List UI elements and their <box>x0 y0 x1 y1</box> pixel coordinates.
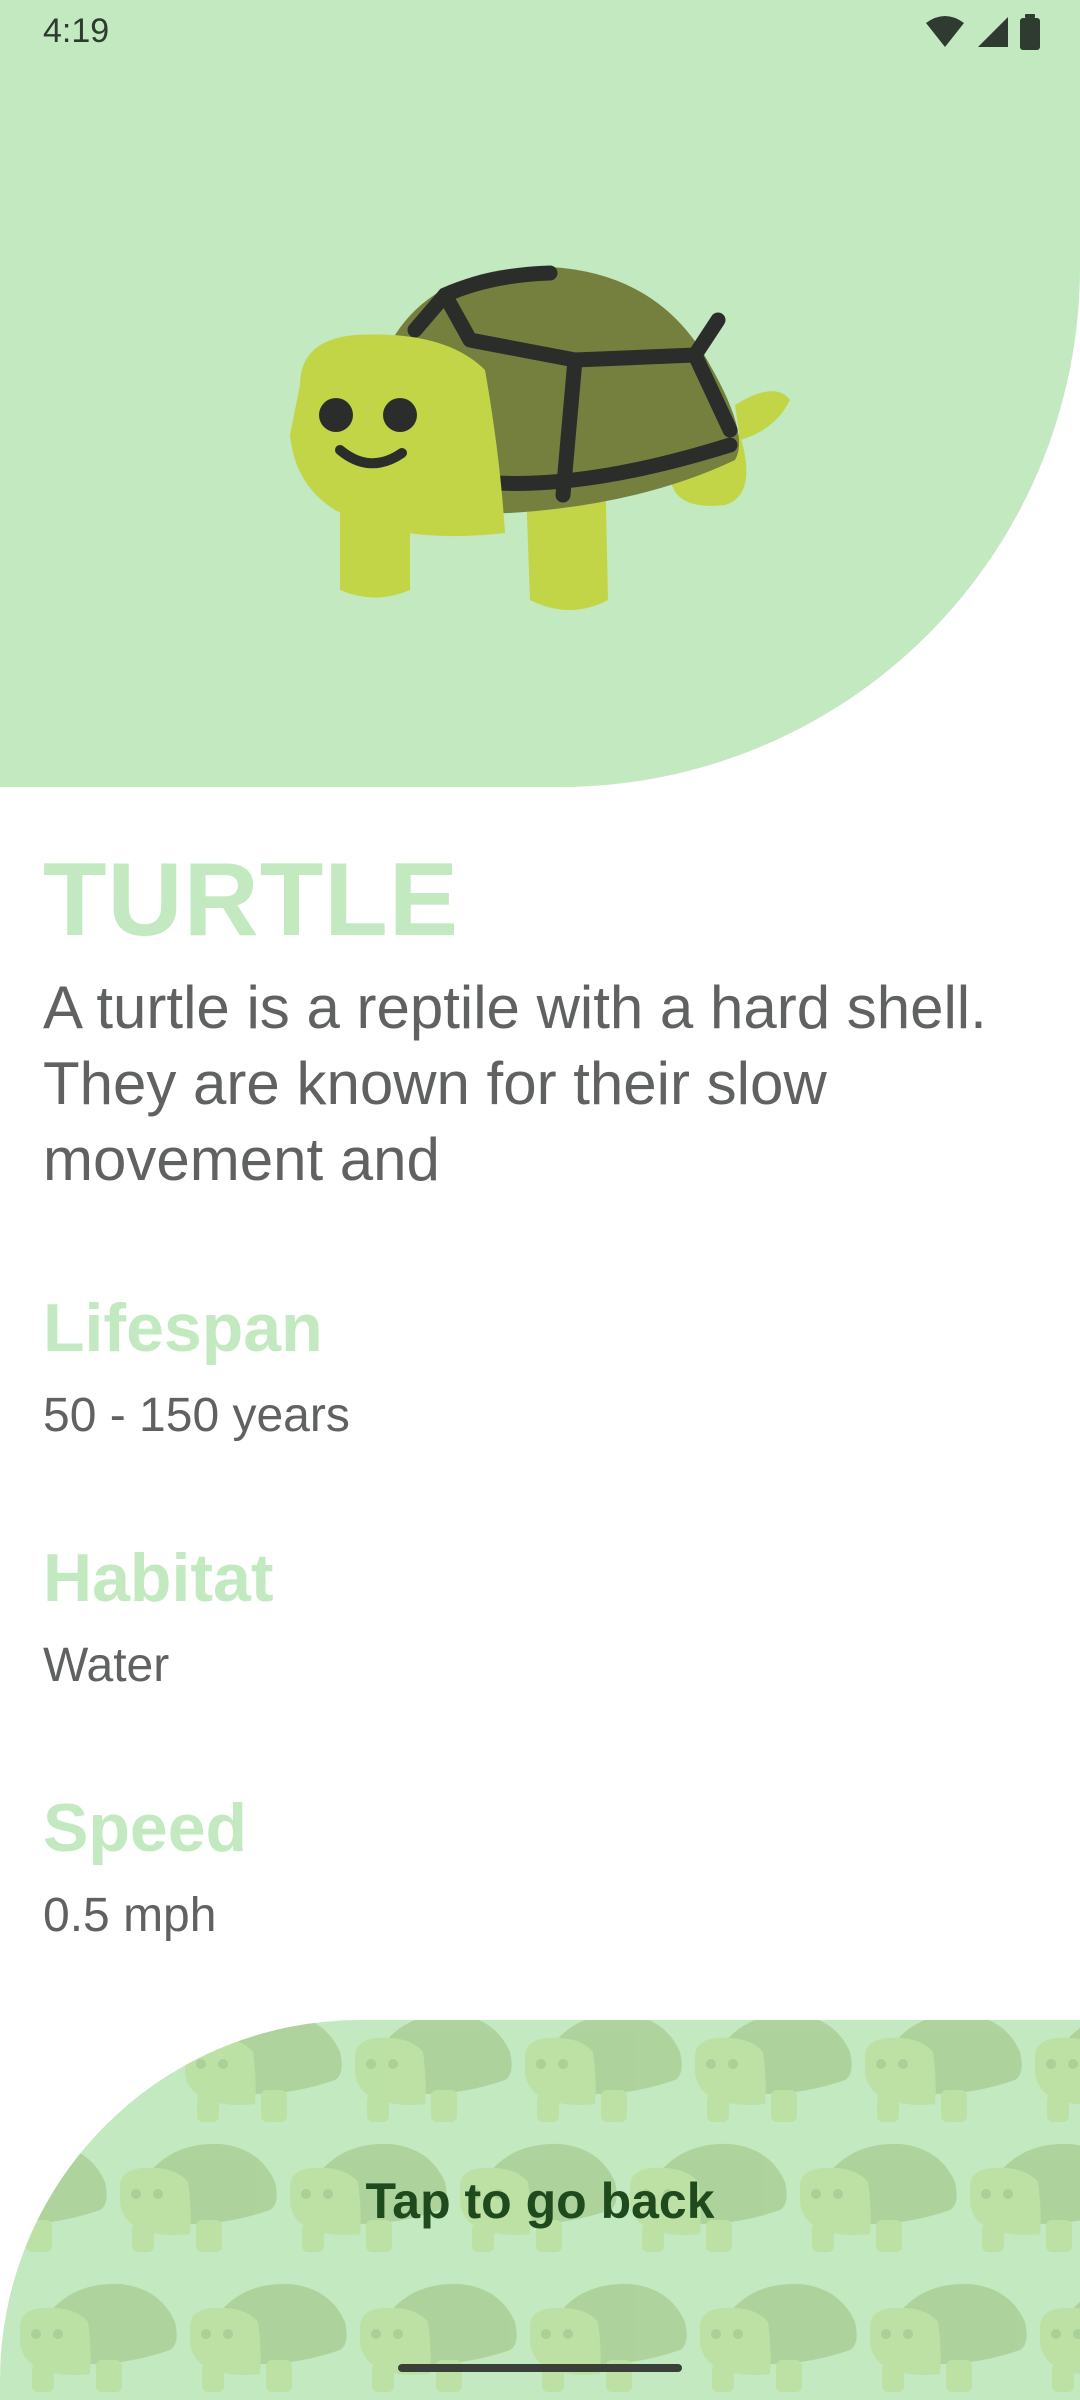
animal-description: A turtle is a reptile with a hard shell.… <box>43 974 987 1193</box>
lifespan-section: Lifespan 50 - 150 years <box>43 1288 1043 1446</box>
animal-name: TURTLE <box>43 842 460 958</box>
lifespan-value: 50 - 150 years <box>43 1389 350 1442</box>
status-icons <box>924 14 1040 50</box>
habitat-label: Habitat <box>43 1540 274 1616</box>
habitat-section: Habitat Water <box>43 1538 1043 1696</box>
battery-icon <box>1020 14 1040 50</box>
status-bar: 4:19 <box>0 0 1080 62</box>
back-button-label: Tap to go back <box>365 2173 715 2229</box>
animal-info: TURTLE A turtle is a reptile with a hard… <box>43 840 1043 1946</box>
status-time: 4:19 <box>43 12 110 50</box>
back-button[interactable]: Tap to go back <box>0 2020 1080 2400</box>
home-indicator[interactable] <box>398 2364 682 2372</box>
turtle-emoji <box>290 265 790 610</box>
speed-label: Speed <box>43 1790 248 1866</box>
lifespan-label: Lifespan <box>43 1290 323 1366</box>
habitat-value: Water <box>43 1639 170 1692</box>
animal-detail-screen: 4:19 TURTLE A turtle is a reptile with a… <box>0 0 1080 2400</box>
wifi-icon <box>926 16 964 47</box>
speed-value: 0.5 mph <box>43 1889 217 1942</box>
cellular-signal-icon <box>978 17 1008 47</box>
speed-section: Speed 0.5 mph <box>43 1788 1043 1946</box>
